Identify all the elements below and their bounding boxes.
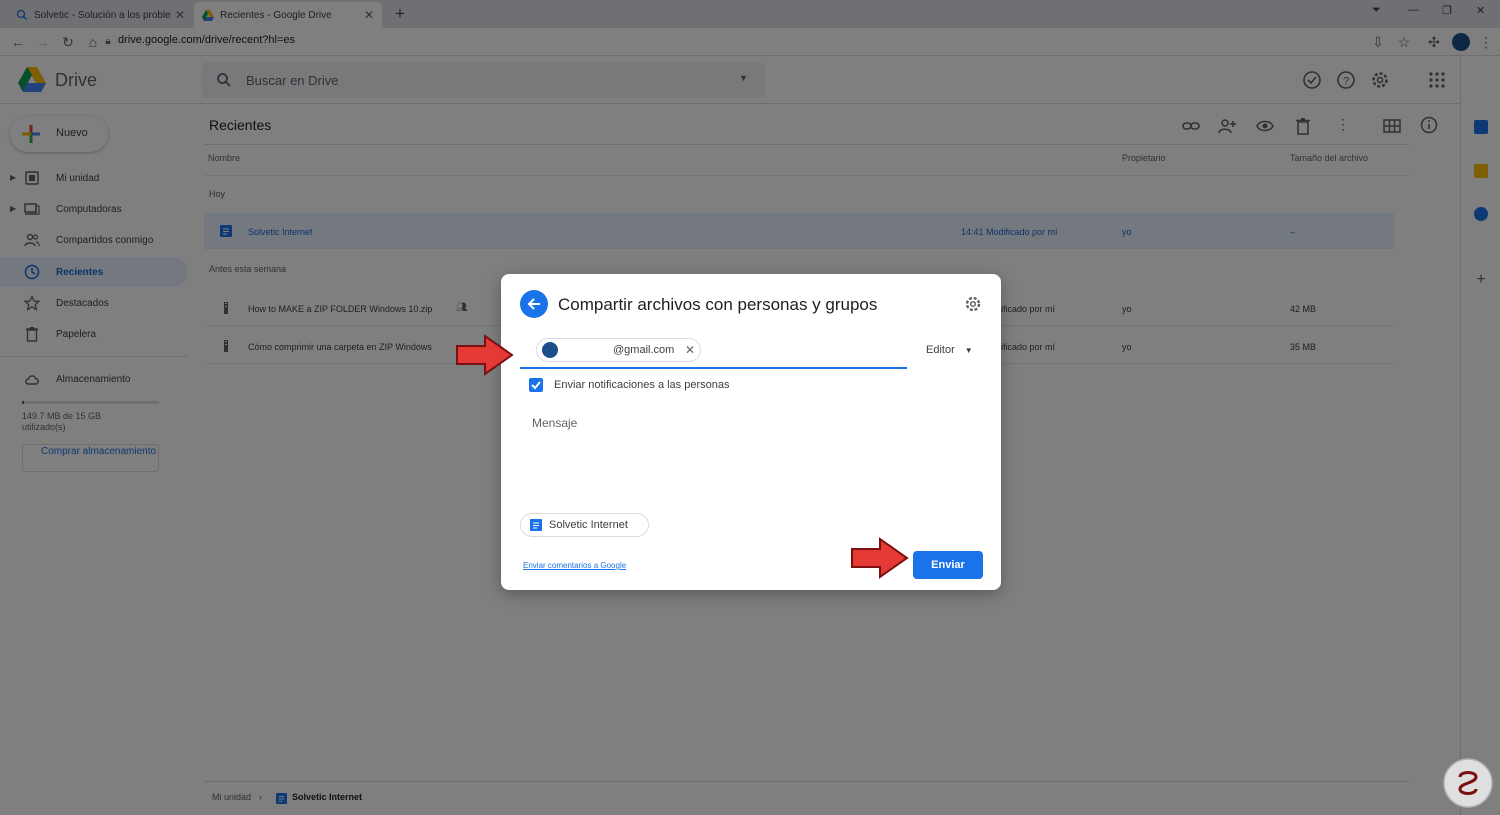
feedback-link[interactable]: Enviar comentarios a Google [523,561,626,570]
solvetic-watermark-logo [1443,758,1493,808]
dialog-title: Compartir archivos con personas y grupos [558,295,878,314]
recipient-avatar [542,342,558,358]
share-settings-gear-icon[interactable] [964,295,982,313]
role-dropdown[interactable]: Editor ▼ [926,344,973,356]
send-button[interactable]: Enviar [913,551,983,579]
arrow-left-icon [527,298,540,310]
file-chip-label: Solvetic Internet [549,519,628,531]
recipient-input-underline [520,367,907,369]
checkmark-icon [531,381,541,390]
role-label: Editor [926,344,955,356]
remove-recipient-icon[interactable]: ✕ [685,343,695,357]
file-chip: Solvetic Internet [520,513,649,537]
back-button[interactable] [520,290,548,318]
dropdown-arrow-icon: ▼ [964,346,973,355]
notify-checkbox[interactable] [529,378,543,392]
recipient-email: @gmail.com [613,344,675,356]
annotation-arrow-right-icon [456,334,514,376]
share-dialog: Compartir archivos con personas y grupos… [501,274,1001,590]
notify-label: Enviar notificaciones a las personas [554,379,730,391]
doc-file-icon [530,519,542,531]
message-textarea[interactable]: Mensaje [532,416,577,430]
recipient-chip[interactable]: @gmail.com ✕ [536,338,701,362]
annotation-arrow-right-icon [851,537,909,579]
